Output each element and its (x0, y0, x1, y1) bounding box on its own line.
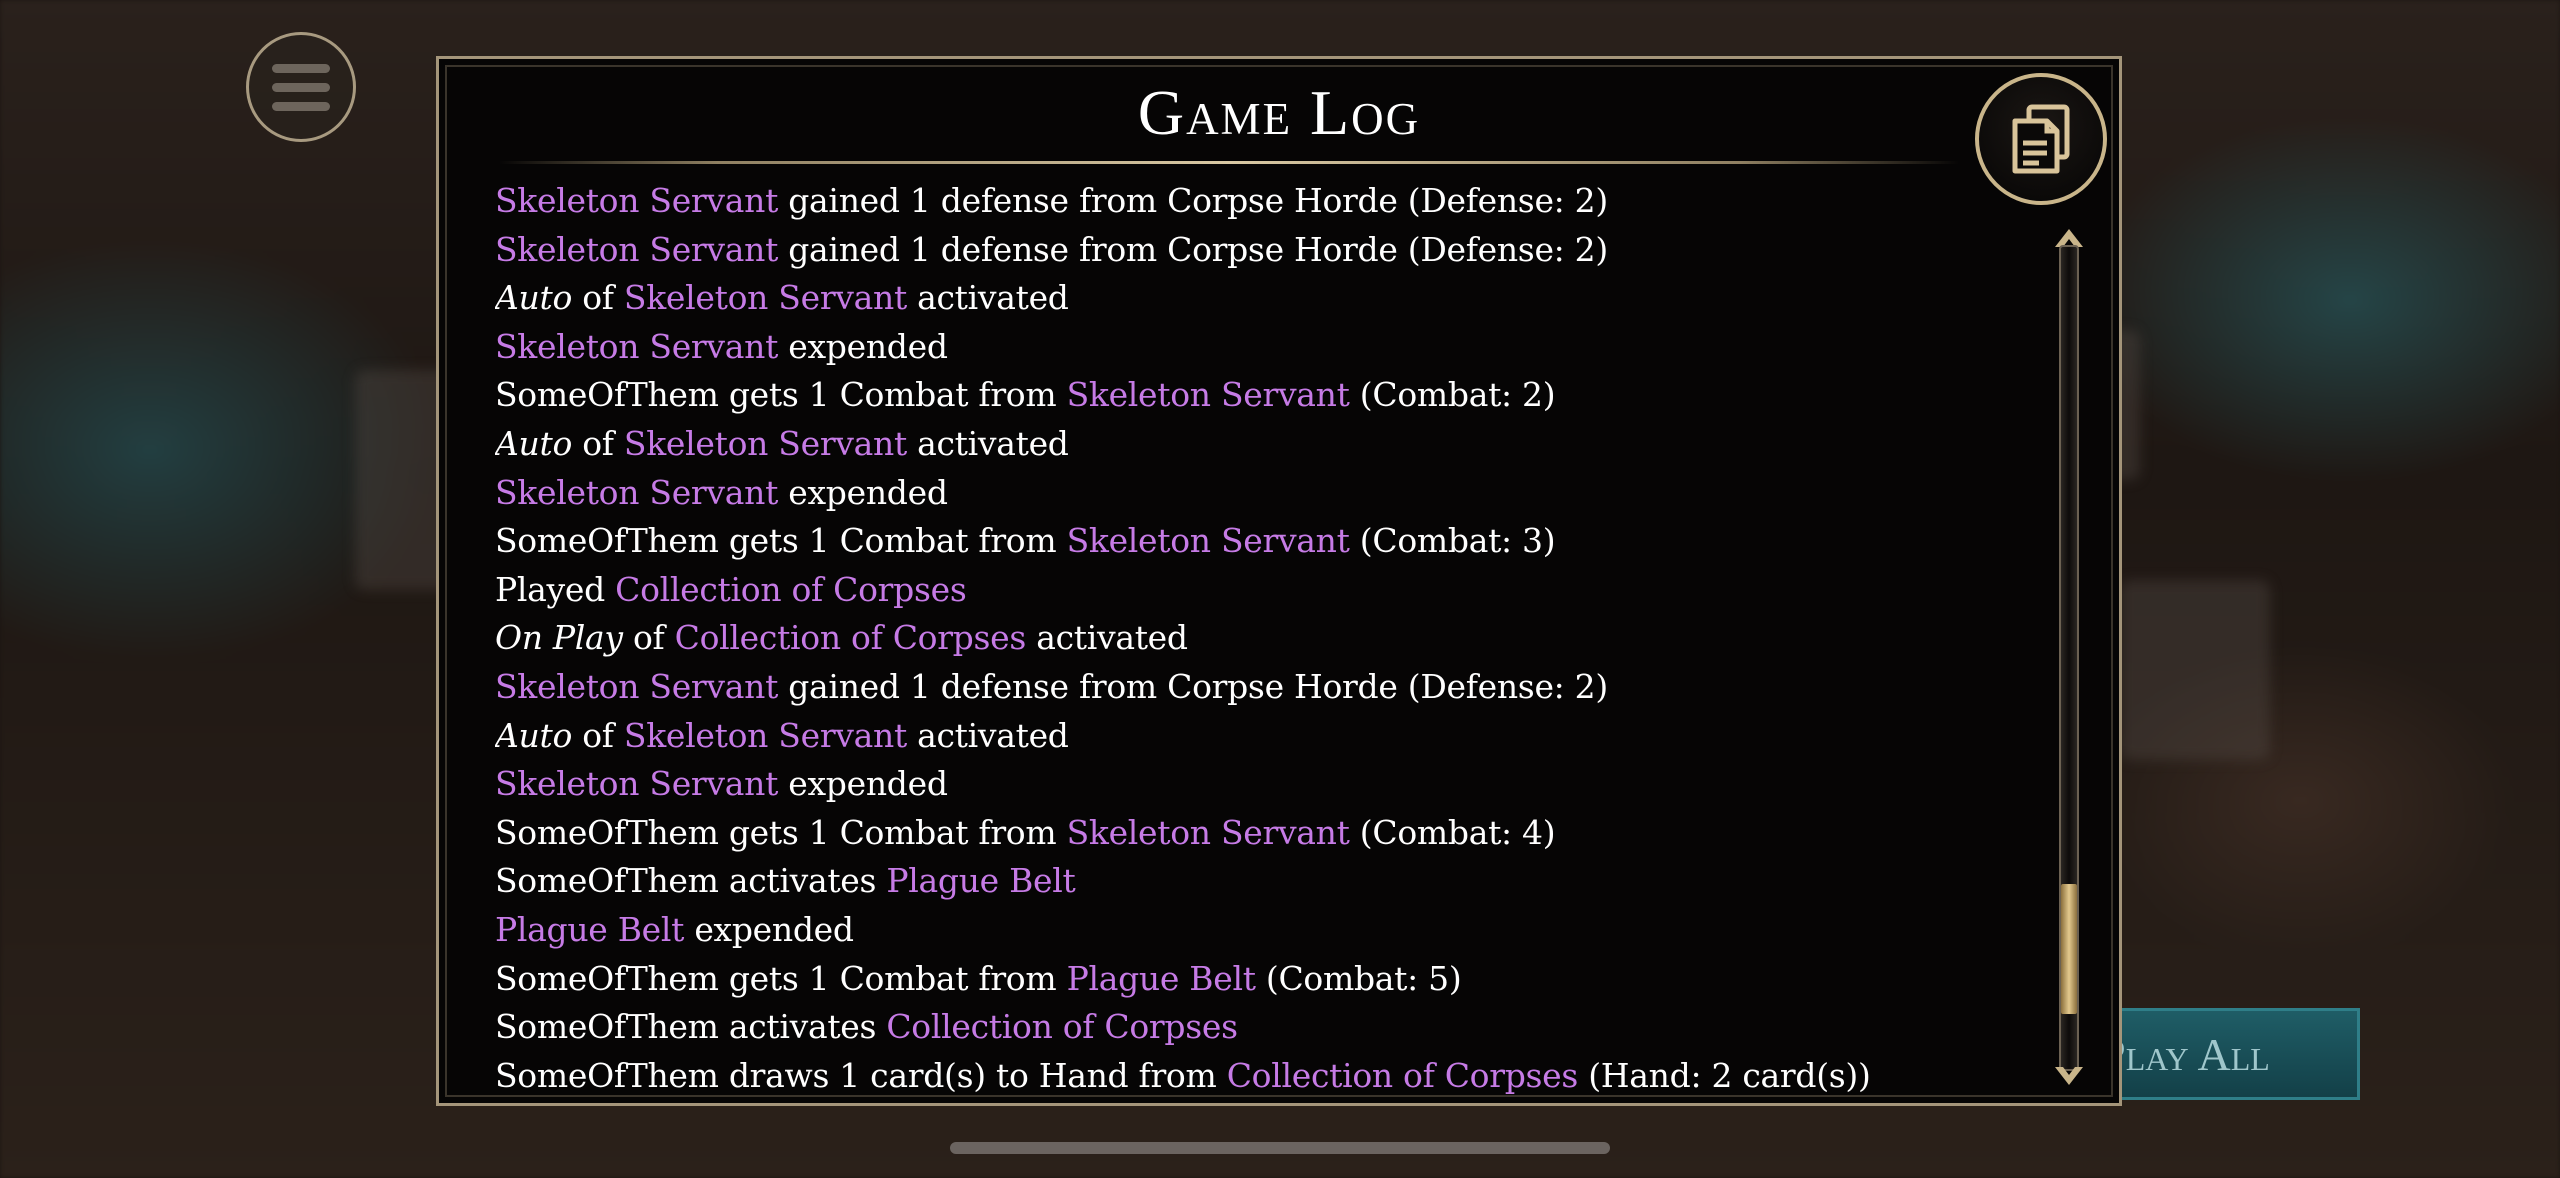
card-name-link[interactable]: Collection of Corpses (1227, 1056, 1579, 1095)
log-text: Played (495, 569, 616, 609)
log-text: gained 1 defense from Corpse Horde (Defe… (778, 666, 1608, 706)
hamburger-menu-icon (272, 63, 330, 73)
scrollbar-bottom-cap-icon (2055, 1067, 2083, 1085)
scroll-thumb[interactable] (2061, 883, 2077, 1014)
card-name-link[interactable]: Skeleton Servant (495, 667, 778, 706)
log-entry: SomeOfThem draws 1 card(s) to Hand from … (495, 1052, 1965, 1095)
card-name-link[interactable]: Plague Belt (495, 910, 684, 949)
background-card (2120, 580, 2270, 760)
card-name-link[interactable]: Skeleton Servant (495, 327, 778, 366)
card-name-link[interactable]: Skeleton Servant (1067, 375, 1350, 414)
log-scrollbar[interactable] (2051, 227, 2087, 1087)
log-text: expended (778, 472, 948, 512)
log-text: SomeOfThem activates (495, 1007, 887, 1047)
log-entry: SomeOfThem gets 1 Combat from Skeleton S… (495, 809, 1965, 858)
log-entry: SomeOfThem activates Plague Belt (495, 857, 1965, 906)
trigger-label: Auto (495, 715, 573, 755)
log-text: of (572, 715, 624, 755)
log-text: SomeOfThem gets 1 Combat from (495, 375, 1067, 415)
log-text: activated (906, 715, 1069, 755)
log-text: SomeOfThem draws 1 card(s) to Hand from (495, 1055, 1227, 1095)
log-text: activated (906, 278, 1069, 318)
card-name-link[interactable]: Skeleton Servant (624, 278, 907, 317)
log-entry: Skeleton Servant gained 1 defense from C… (495, 226, 1965, 275)
card-name-link[interactable]: Skeleton Servant (1067, 813, 1350, 852)
log-text: expended (684, 909, 854, 949)
play-all-label: Play All (2100, 1028, 2270, 1080)
log-text: (Combat: 4) (1349, 812, 1556, 852)
card-name-link[interactable]: Skeleton Servant (495, 473, 778, 512)
card-name-link[interactable]: Collection of Corpses (675, 618, 1027, 657)
trigger-label: Auto (495, 278, 573, 318)
title-divider (499, 161, 1959, 164)
card-name-link[interactable]: Skeleton Servant (495, 181, 778, 220)
log-entry: Skeleton Servant expended (495, 469, 1965, 518)
hamburger-bar (272, 101, 330, 111)
game-log-list[interactable]: Skeleton Servant gained 1 defense from C… (495, 177, 1965, 1095)
log-text: SomeOfThem gets 1 Combat from (495, 812, 1067, 852)
trigger-label: On Play (495, 618, 623, 658)
log-text: activated (1026, 618, 1188, 658)
log-entry: On Play of Collection of Corpses activat… (495, 614, 1965, 663)
card-name-link[interactable]: Plague Belt (886, 861, 1075, 900)
log-entry: SomeOfThem gets 1 Combat from Skeleton S… (495, 517, 1965, 566)
log-entry: Auto of Skeleton Servant activated (495, 274, 1965, 323)
card-name-link[interactable]: Skeleton Servant (1067, 521, 1350, 560)
log-entry: Plague Belt expended (495, 906, 1965, 955)
log-entry: Auto of Skeleton Servant activated (495, 712, 1965, 761)
log-text: (Hand: 2 card(s)) (1578, 1055, 1871, 1095)
copy-documents-icon (2012, 104, 2070, 174)
log-entry: SomeOfThem activates Collection of Corps… (495, 1003, 1965, 1052)
card-name-link[interactable]: Skeleton Servant (495, 764, 778, 803)
card-name-link[interactable]: Skeleton Servant (624, 716, 907, 755)
card-name-link[interactable]: Skeleton Servant (624, 424, 907, 463)
trigger-label: Auto (495, 423, 573, 463)
home-indicator (950, 1142, 1610, 1154)
hamburger-bar (272, 82, 330, 92)
game-log-panel: Game Log Skeleton Servant gained 1 defen… (436, 56, 2122, 1106)
card-name-link[interactable]: Collection of Corpses (886, 1007, 1238, 1046)
log-text: expended (778, 764, 948, 804)
log-entry: Skeleton Servant expended (495, 323, 1965, 372)
card-name-link[interactable]: Plague Belt (1067, 959, 1256, 998)
log-text: SomeOfThem gets 1 Combat from (495, 958, 1067, 998)
log-text: of (572, 278, 624, 318)
log-text: SomeOfThem gets 1 Combat from (495, 521, 1067, 561)
log-entry: SomeOfThem gets 1 Combat from Plague Bel… (495, 955, 1965, 1004)
log-text: (Combat: 5) (1255, 958, 1462, 998)
log-text: gained 1 defense from Corpse Horde (Defe… (778, 181, 1608, 220)
card-name-link[interactable]: Collection of Corpses (615, 570, 967, 609)
log-text: SomeOfThem activates (495, 861, 887, 901)
log-text: of (572, 423, 624, 463)
log-text: gained 1 defense from Corpse Horde (Defe… (778, 229, 1608, 269)
log-text: expended (778, 326, 948, 366)
log-text: (Combat: 2) (1349, 375, 1556, 415)
copy-log-button[interactable] (1975, 73, 2107, 205)
game-log-title: Game Log (1137, 77, 1421, 148)
menu-button[interactable] (246, 32, 356, 142)
log-entry: SomeOfThem gets 1 Combat from Skeleton S… (495, 371, 1965, 420)
card-name-link[interactable]: Skeleton Servant (495, 230, 778, 269)
log-entry: Skeleton Servant gained 1 defense from C… (495, 663, 1965, 712)
log-text: activated (906, 423, 1069, 463)
log-entry: Skeleton Servant expended (495, 760, 1965, 809)
log-entry: Auto of Skeleton Servant activated (495, 420, 1965, 469)
log-entry: Played Collection of Corpses (495, 566, 1965, 615)
log-text: (Combat: 3) (1349, 521, 1556, 561)
log-text: of (622, 618, 675, 658)
log-entry: Skeleton Servant gained 1 defense from C… (495, 177, 1965, 226)
